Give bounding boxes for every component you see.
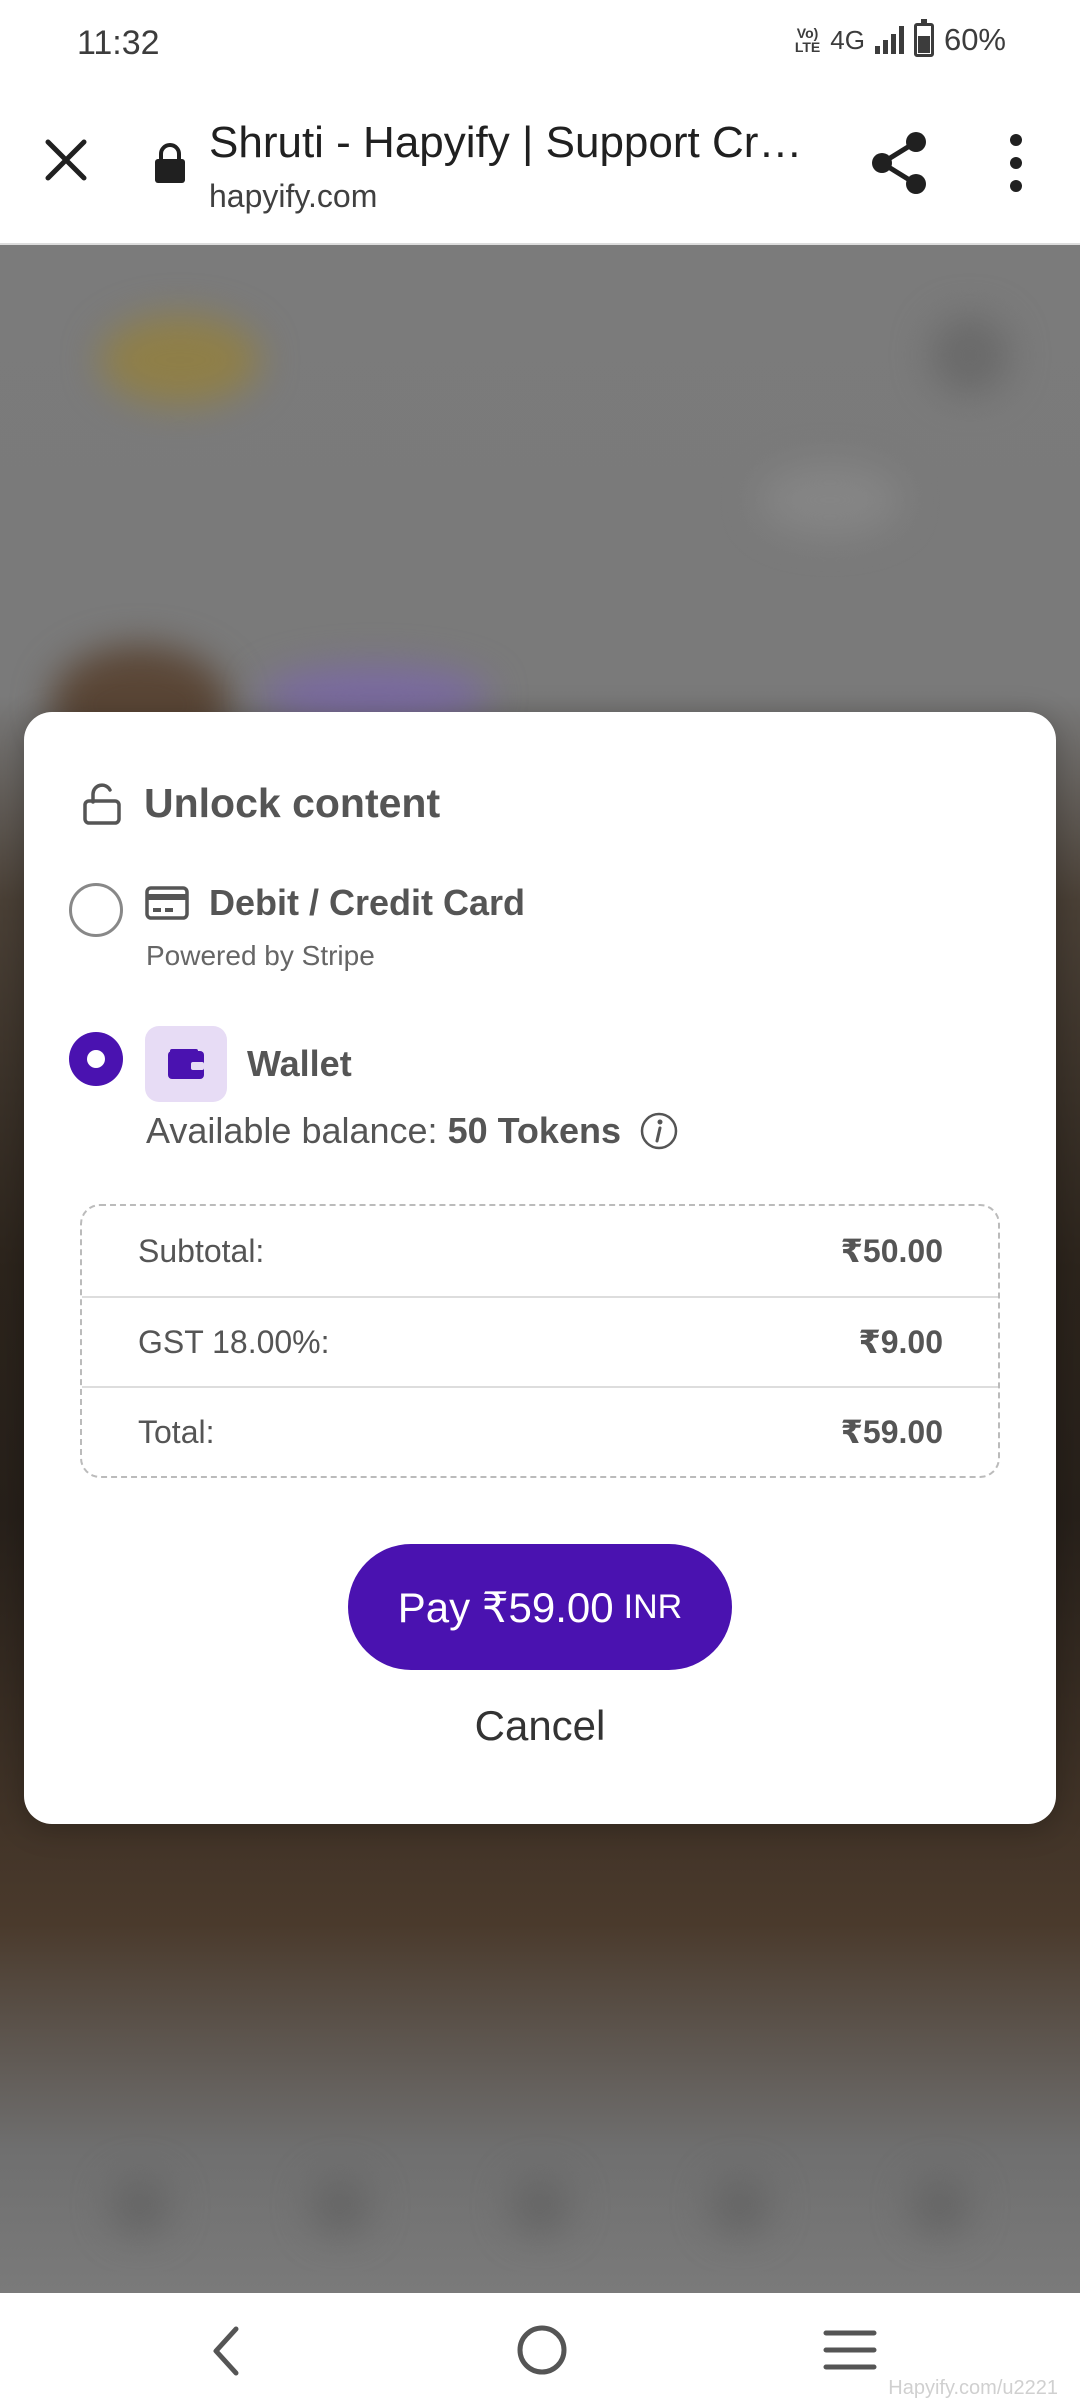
summary-label: GST 18.00%:	[138, 1323, 330, 1360]
wallet-radio[interactable]	[69, 1032, 123, 1086]
browser-toolbar: Shruti - Hapyify | Support Cre... hapyif…	[0, 90, 1080, 245]
unlock-content-modal: Unlock content Debit / Credit Card Power…	[24, 712, 1056, 1824]
summary-row-subtotal: Subtotal: ₹50.00	[82, 1206, 998, 1296]
available-balance: Available balance: 50 Tokens	[146, 1110, 679, 1152]
credit-card-icon	[145, 886, 189, 920]
card-radio[interactable]	[69, 883, 123, 937]
cancel-button[interactable]: Cancel	[24, 1702, 1056, 1750]
battery-percent: 60%	[943, 22, 1006, 57]
status-time: 11:32	[77, 24, 160, 62]
volte-icon: Vo) LTE	[794, 25, 821, 55]
summary-amount: ₹50.00	[840, 1233, 943, 1269]
pay-button-currency: INR	[623, 1587, 683, 1626]
blurred-icon-4	[710, 2175, 770, 2235]
pay-button[interactable]: Pay ₹59.00 INR	[348, 1544, 732, 1670]
unlock-icon	[83, 782, 121, 825]
close-icon[interactable]	[38, 132, 94, 188]
pay-button-label: Pay ₹59.00	[397, 1583, 614, 1631]
more-vert-icon[interactable]	[1000, 132, 1032, 194]
modal-header: Unlock content	[82, 780, 440, 827]
summary-amount: ₹9.00	[858, 1324, 943, 1360]
signal-icon	[874, 26, 904, 54]
summary-row-total: Total: ₹59.00	[82, 1386, 998, 1476]
wallet-icon-box	[145, 1026, 227, 1102]
card-option-label: Debit / Credit Card	[209, 882, 526, 923]
network-type: 4G	[830, 24, 865, 55]
watermark: Hapyify.com/u2221	[888, 2377, 1058, 2399]
card-option-sublabel: Powered by Stripe	[146, 940, 375, 971]
summary-amount: ₹59.00	[840, 1414, 943, 1450]
balance-value: 50 Tokens	[447, 1110, 621, 1151]
status-icons: Vo) LTE 4G 60%	[794, 19, 1006, 58]
battery-icon	[913, 19, 934, 57]
blurred-button	[760, 465, 900, 535]
wallet-option-label: Wallet	[247, 1043, 352, 1084]
summary-label: Total:	[138, 1413, 215, 1450]
blurred-avatar	[930, 315, 1010, 395]
price-summary: Subtotal: ₹50.00 GST 18.00%: ₹9.00 Total…	[80, 1204, 1000, 1478]
summary-row-gst: GST 18.00%: ₹9.00	[82, 1296, 998, 1386]
blurred-icon-2	[310, 2175, 370, 2235]
info-icon[interactable]	[639, 1111, 679, 1151]
status-bar: 11:32 Vo) LTE 4G 60%	[0, 0, 1080, 90]
summary-label: Subtotal:	[138, 1232, 265, 1269]
page-url: hapyify.com	[209, 178, 378, 214]
blurred-logo	[100, 315, 260, 405]
lock-icon	[155, 143, 185, 183]
blurred-icon-5	[910, 2175, 970, 2235]
balance-label: Available balance:	[146, 1110, 438, 1151]
blurred-icon-3	[510, 2175, 570, 2235]
wallet-icon	[168, 1049, 204, 1079]
page-title: Shruti - Hapyify | Support Cre...	[209, 118, 809, 167]
recent-apps-icon[interactable]	[822, 2327, 878, 2373]
home-icon[interactable]	[515, 2323, 569, 2377]
share-icon[interactable]	[868, 130, 932, 196]
card-option[interactable]: Debit / Credit Card	[145, 882, 525, 924]
system-nav-bar: Hapyify.com/u2221	[0, 2293, 1080, 2408]
blurred-icon-1	[110, 2175, 170, 2235]
modal-title: Unlock content	[144, 780, 441, 826]
wallet-option[interactable]: Wallet	[145, 1026, 352, 1102]
back-icon[interactable]	[200, 2323, 256, 2379]
